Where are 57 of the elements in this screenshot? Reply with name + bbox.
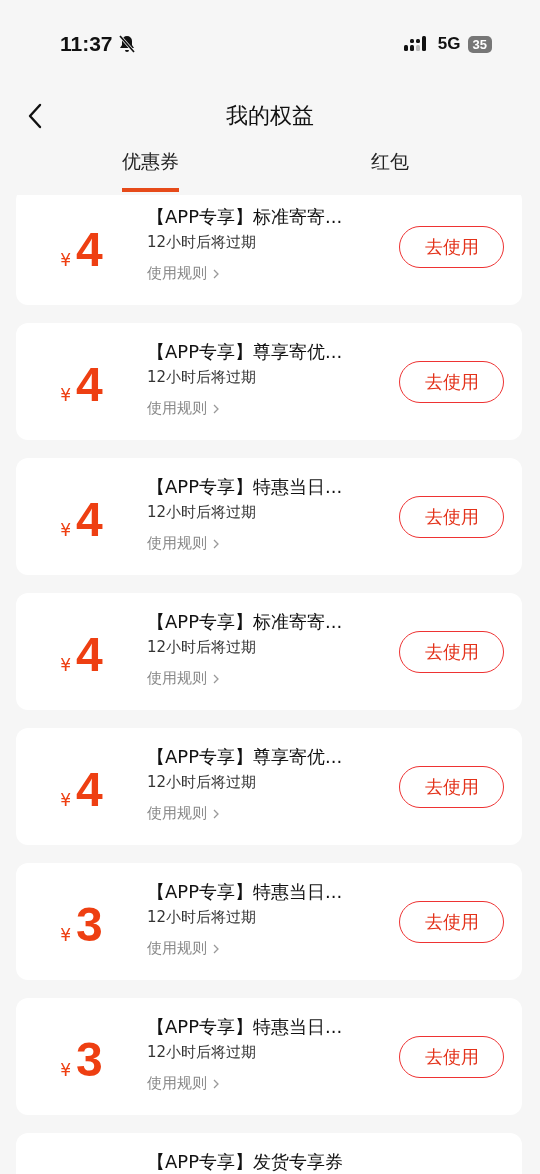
coupon-amount: 3: [76, 900, 103, 949]
coupon-amount: 3: [76, 1035, 103, 1084]
expiry-text: 12小时后将过期: [147, 367, 258, 388]
coupon-title: 【APP专享】标准寄寄...: [147, 205, 344, 229]
chevron-right-icon: [213, 673, 219, 684]
coupon-title: 【APP专享】特惠当日...: [147, 880, 344, 904]
usage-rules-link[interactable]: 使用规则: [147, 399, 219, 418]
battery-indicator: 35: [467, 35, 492, 53]
chevron-right-icon: [213, 268, 219, 279]
currency-symbol: ¥: [60, 384, 72, 405]
coupon-amount: 4: [76, 225, 103, 274]
expiry-text: 12小时后将过期: [147, 772, 258, 793]
status-time: 11:37: [60, 32, 113, 56]
chevron-right-icon: [213, 808, 219, 819]
use-button[interactable]: 去使用: [399, 495, 504, 538]
chevron-right-icon: [213, 1078, 219, 1089]
usage-rules-link[interactable]: 使用规则: [147, 804, 219, 823]
use-button[interactable]: 去使用: [399, 1035, 504, 1078]
network-label: 5G: [437, 34, 461, 54]
use-button[interactable]: 去使用: [399, 360, 504, 403]
expiry-text: 12小时后将过期: [147, 637, 258, 658]
expiry-text: 12小时后将过期: [147, 232, 258, 253]
currency-symbol: ¥: [60, 1059, 72, 1080]
currency-symbol: ¥: [60, 654, 72, 675]
currency-symbol: ¥: [60, 519, 72, 540]
chevron-right-icon: [213, 943, 219, 954]
coupon-title: 【APP专享】特惠当日...: [147, 475, 344, 499]
bell-muted-icon: [116, 34, 137, 54]
coupon-title: 【APP专享】标准寄寄...: [147, 610, 344, 634]
currency-symbol: ¥: [60, 924, 72, 945]
tab[interactable]: 红包: [371, 144, 409, 192]
usage-rules-link[interactable]: 使用规则: [147, 534, 219, 553]
use-button[interactable]: 去使用: [399, 225, 504, 268]
coupon-title: 【APP专享】特惠当日...: [147, 1015, 344, 1039]
currency-symbol: ¥: [60, 249, 72, 270]
usage-rules-link[interactable]: 使用规则: [147, 669, 219, 688]
coupon-amount: 4: [76, 495, 103, 544]
coupon-amount: 4: [76, 360, 103, 409]
use-button[interactable]: 去使用: [399, 900, 504, 943]
page-title: 我的权益: [226, 102, 314, 130]
usage-rules-link[interactable]: 使用规则: [147, 264, 219, 283]
expiry-text: 12小时后将过期: [147, 1042, 258, 1063]
currency-symbol: ¥: [60, 789, 72, 810]
coupon-title: 【APP专享】发货专享券: [147, 1150, 345, 1174]
expiry-text: 12小时后将过期: [147, 907, 258, 928]
expiry-text: 12小时后将过期: [147, 502, 258, 523]
use-button[interactable]: 去使用: [399, 765, 504, 808]
usage-rules-link[interactable]: 使用规则: [147, 1074, 219, 1093]
use-button[interactable]: 去使用: [399, 630, 504, 673]
coupon-title: 【APP专享】尊享寄优...: [147, 340, 344, 364]
usage-rules-link[interactable]: 使用规则: [147, 939, 219, 958]
chevron-right-icon: [213, 538, 219, 549]
coupon-amount: 4: [76, 765, 103, 814]
coupon-title: 【APP专享】尊享寄优...: [147, 745, 344, 769]
back-icon[interactable]: [28, 103, 42, 129]
coupon-amount: 4: [76, 630, 103, 679]
chevron-right-icon: [213, 403, 219, 414]
